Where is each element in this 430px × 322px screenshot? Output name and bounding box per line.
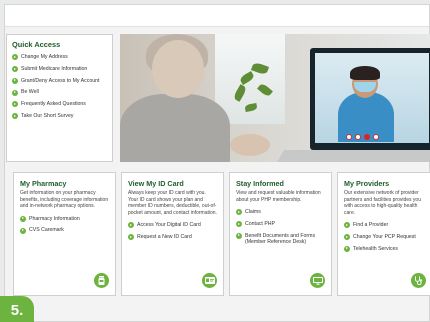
arrow-bullet-icon [128,222,134,229]
link-cvs-caremark[interactable]: CVS Caremark [20,227,109,234]
card-my-providers: My Providers Our extensive network of pr… [337,172,430,296]
quick-link-submit-medicare[interactable]: Submit Medicare Information [12,66,107,73]
card-stay-informed: Stay Informed View and request valuable … [229,172,332,296]
quick-link-faq[interactable]: Frequently Asked Questions [12,101,107,108]
link-telehealth-services[interactable]: Telehealth Services [344,246,426,253]
link-pharmacy-information[interactable]: Pharmacy Information [20,216,109,223]
link-change-pcp-request[interactable]: Change Your PCP Request [344,234,426,241]
arrow-bullet-icon [236,221,242,228]
link-request-new-id-card[interactable]: Request a New ID Card [128,234,217,241]
quick-link-survey[interactable]: Take Our Short Survey [12,113,107,120]
link-claims[interactable]: Claims [236,209,325,216]
id-card-icon[interactable] [202,273,217,288]
quick-link-change-address[interactable]: Change My Address [12,54,107,61]
card-title: Stay Informed [236,179,284,188]
card-my-pharmacy: My Pharmacy Get information on your phar… [13,172,116,296]
arrow-bullet-icon [344,222,350,229]
arrow-bullet-icon [12,54,18,61]
card-description: Get information on your pharmacy benefit… [20,190,109,209]
arrow-bullet-icon [344,245,350,252]
card-description: View and request valuable information ab… [236,190,321,203]
arrow-bullet-icon [12,89,18,96]
arrow-bullet-icon [128,234,134,241]
top-bar [5,5,429,27]
hero-telehealth-image [120,34,430,162]
quick-link-grant-access[interactable]: Grant/Deny Access to My Account [12,78,107,85]
link-benefit-documents[interactable]: Benefit Documents and Forms (Member Refe… [236,233,325,247]
step-number-badge: 5. [0,296,34,322]
quick-access-title: Quick Access [12,40,61,49]
arrow-bullet-icon [12,113,18,120]
card-view-id-card: View My ID Card Always keep your ID card… [121,172,224,296]
card-description: Our extensive network of provider partne… [344,190,421,216]
arrow-bullet-icon [344,234,350,241]
stethoscope-icon[interactable] [411,273,426,288]
card-description: Always keep your ID card with you. Your … [128,190,217,216]
pill-bottle-icon[interactable] [94,273,109,288]
arrow-bullet-icon [20,215,26,222]
arrow-bullet-icon [12,77,18,84]
arrow-bullet-icon [12,101,18,108]
arrow-bullet-icon [12,66,18,73]
link-access-digital-id-card[interactable]: Access Your Digital ID Card [128,222,217,229]
card-title: My Providers [344,179,390,188]
link-find-provider[interactable]: Find a Provider [344,222,426,229]
link-contact-php[interactable]: Contact PHP [236,221,325,228]
quick-link-be-well[interactable]: Be Well [12,89,107,96]
card-title: View My ID Card [128,179,184,188]
card-title: My Pharmacy [20,179,67,188]
monitor-icon[interactable] [310,273,325,288]
quick-access-panel: Quick Access Change My Address Submit Me… [6,34,113,162]
arrow-bullet-icon [236,232,242,239]
arrow-bullet-icon [236,209,242,216]
arrow-bullet-icon [20,227,26,234]
